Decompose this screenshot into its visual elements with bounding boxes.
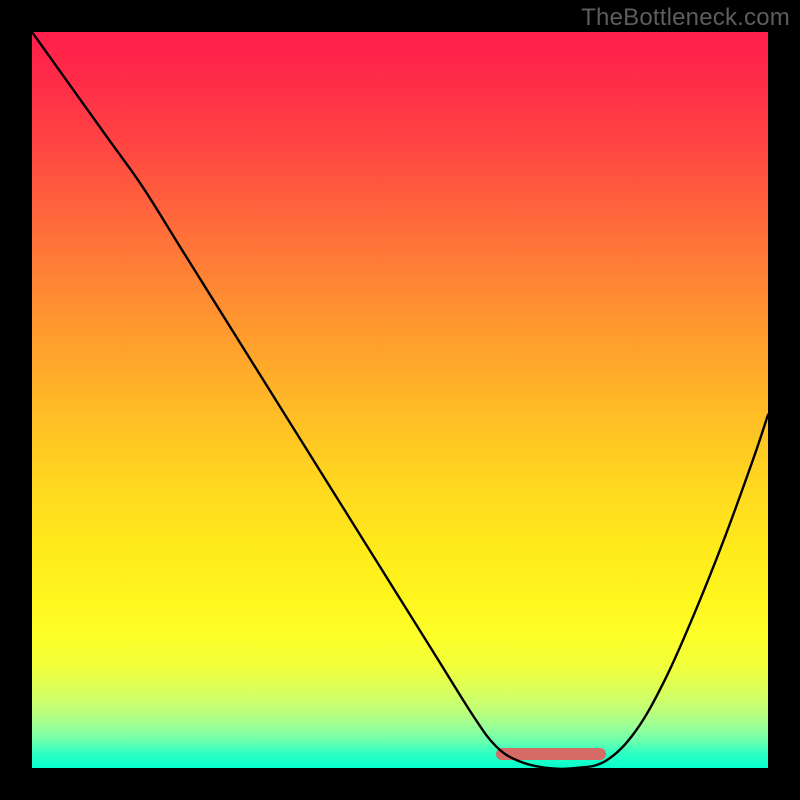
chart-canvas: TheBottleneck.com	[0, 0, 800, 800]
watermark-label: TheBottleneck.com	[581, 4, 790, 32]
curve-path	[32, 32, 768, 768]
plot-area	[32, 32, 768, 768]
bottleneck-curve	[32, 32, 768, 768]
